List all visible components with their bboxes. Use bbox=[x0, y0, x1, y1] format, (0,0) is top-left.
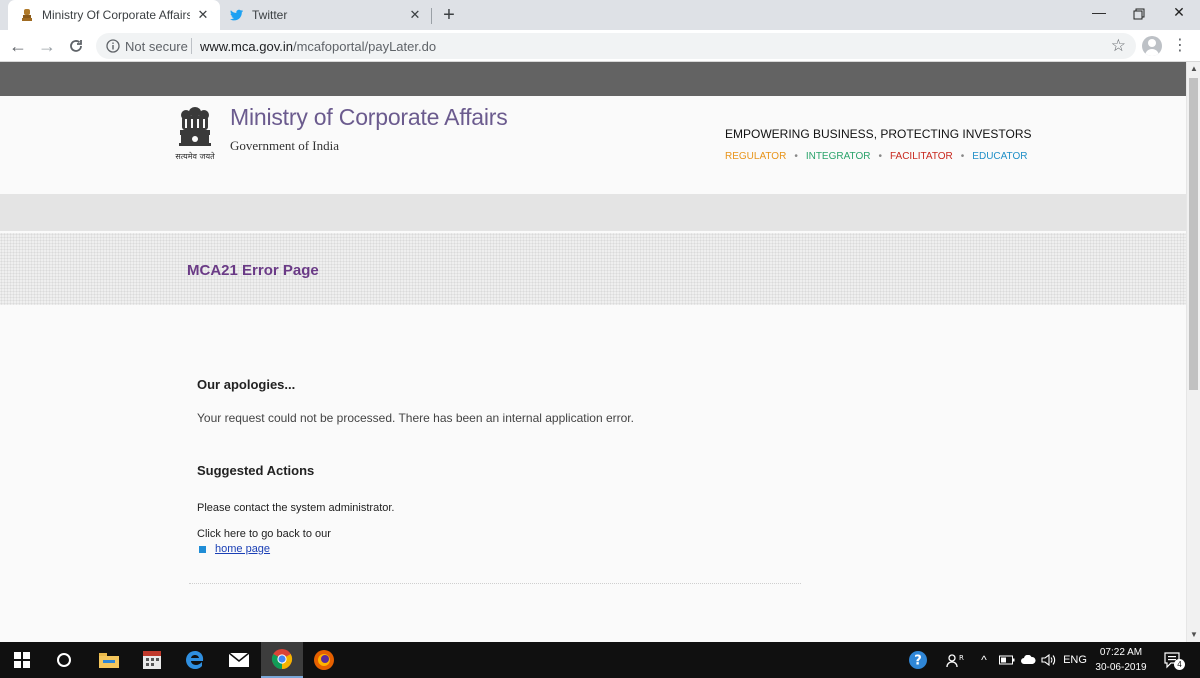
cortana-icon[interactable] bbox=[44, 642, 84, 678]
twitter-bird-icon bbox=[230, 8, 244, 22]
chevron-up-icon[interactable]: ^ bbox=[975, 642, 993, 678]
restore-icon[interactable] bbox=[1128, 4, 1150, 24]
error-message: Your request could not be processed. The… bbox=[197, 411, 634, 425]
contact-admin-text: Please contact the system administrator. bbox=[197, 502, 395, 514]
scroll-up-arrow-icon[interactable]: ▲ bbox=[1187, 62, 1200, 76]
tab-title: Twitter bbox=[252, 8, 288, 22]
people-icon[interactable]: R bbox=[942, 642, 968, 678]
firefox-icon[interactable] bbox=[303, 642, 345, 678]
reload-icon[interactable] bbox=[66, 36, 86, 56]
battery-icon[interactable] bbox=[996, 642, 1018, 678]
role-separator: • bbox=[960, 151, 965, 162]
info-icon[interactable] bbox=[106, 39, 120, 53]
notification-count: 4 bbox=[1174, 659, 1185, 670]
browser-toolbar: ← → Not secure www.mca.gov.in/mcafoporta… bbox=[0, 30, 1200, 62]
site-tagline: EMPOWERING BUSINESS, PROTECTING INVESTOR… bbox=[725, 127, 1032, 141]
site-header: सत्यमेव जयते Ministry of Corporate Affai… bbox=[0, 96, 1186, 194]
svg-text:?: ? bbox=[914, 654, 922, 669]
error-content: Our apologies... Your request could not … bbox=[0, 305, 1186, 642]
ministry-name[interactable]: Ministry of Corporate Affairs bbox=[230, 104, 508, 131]
bullet-square-icon bbox=[199, 545, 206, 553]
start-icon[interactable] bbox=[0, 642, 44, 678]
new-tab-icon[interactable]: + bbox=[440, 5, 458, 25]
role-separator: • bbox=[794, 151, 798, 162]
mail-icon[interactable] bbox=[218, 642, 260, 678]
scrollbar-thumb[interactable] bbox=[1189, 78, 1198, 390]
tab-mca[interactable]: Ministry Of Corporate Affairs - M ✕ bbox=[8, 0, 220, 30]
scroll-down-arrow-icon[interactable]: ▼ bbox=[1187, 628, 1200, 642]
profile-avatar-icon[interactable] bbox=[1142, 36, 1162, 56]
back-arrow-icon[interactable]: ← bbox=[8, 36, 28, 56]
close-tab-icon[interactable]: ✕ bbox=[196, 8, 210, 22]
role-list: REGULATOR • INTEGRATOR • FACILITATOR • EDUCATO… bbox=[725, 151, 1028, 162]
content-divider bbox=[189, 583, 801, 584]
file-explorer-icon[interactable] bbox=[88, 642, 130, 678]
close-window-icon[interactable]: ✕ bbox=[1168, 4, 1190, 24]
page-scrollbar[interactable]: ▲ ▼ bbox=[1186, 62, 1200, 642]
home-link-row: home page bbox=[199, 543, 270, 555]
tab-separator bbox=[431, 8, 432, 24]
notifications-icon[interactable]: 4 bbox=[1160, 642, 1186, 678]
role-regulator: REGULATOR bbox=[725, 151, 787, 162]
government-label: Government of India bbox=[230, 138, 340, 153]
svg-text:R: R bbox=[959, 654, 964, 662]
url-domain: www.mca.gov.in bbox=[200, 39, 293, 54]
edge-icon[interactable] bbox=[174, 642, 216, 678]
forward-arrow-icon[interactable]: → bbox=[37, 36, 57, 56]
role-educator: EDUCATOR bbox=[972, 151, 1028, 162]
calendar-icon[interactable] bbox=[132, 642, 172, 678]
omnibox-separator bbox=[191, 38, 192, 54]
navigation-band bbox=[0, 194, 1186, 231]
volume-icon[interactable] bbox=[1038, 642, 1060, 678]
url-path: /mcafoportal/payLater.do bbox=[292, 39, 437, 54]
tab-title: Ministry Of Corporate Affairs - M bbox=[42, 8, 190, 22]
system-clock[interactable]: 07:22 AM 30-06-2019 bbox=[1090, 645, 1152, 675]
help-icon[interactable]: ? bbox=[905, 642, 931, 678]
emblem-favicon-icon bbox=[20, 8, 34, 22]
go-back-text: Click here to go back to our bbox=[197, 528, 331, 540]
address-bar[interactable]: Not secure www.mca.gov.in/mcafoportal/pa… bbox=[96, 33, 1136, 59]
security-label[interactable]: Not secure bbox=[125, 39, 188, 54]
tab-twitter[interactable]: Twitter ✕ bbox=[220, 0, 432, 30]
apologies-heading: Our apologies... bbox=[197, 377, 296, 392]
minimize-icon[interactable]: — bbox=[1088, 4, 1110, 24]
windows-taskbar: ? R ^ ENG 07:22 AM 30-06-2019 4 bbox=[0, 642, 1200, 678]
role-facilitator: FACILITATOR bbox=[889, 151, 953, 162]
language-indicator[interactable]: ENG bbox=[1062, 642, 1088, 678]
page-title-band: MCA21 Error Page bbox=[0, 233, 1186, 305]
emblem-motto: सत्यमेव जयते bbox=[175, 152, 215, 161]
suggested-actions-heading: Suggested Actions bbox=[197, 463, 315, 478]
chrome-icon[interactable] bbox=[261, 642, 303, 678]
close-tab-icon[interactable]: ✕ bbox=[408, 8, 422, 22]
home-page-link[interactable]: home page bbox=[215, 543, 270, 555]
clock-date: 30-06-2019 bbox=[1095, 662, 1147, 673]
cloud-icon[interactable] bbox=[1018, 642, 1038, 678]
clock-time: 07:22 AM bbox=[1099, 647, 1143, 658]
bookmark-star-icon[interactable]: ☆ bbox=[1111, 36, 1126, 56]
role-integrator: INTEGRATOR bbox=[805, 151, 871, 162]
browser-tabstrip: Ministry Of Corporate Affairs - M ✕ Twit… bbox=[0, 0, 1200, 30]
url-text[interactable]: www.mca.gov.in/mcafoportal/payLater.do bbox=[200, 39, 436, 54]
top-dark-bar bbox=[0, 62, 1186, 96]
role-separator: • bbox=[878, 151, 882, 162]
page-title: MCA21 Error Page bbox=[187, 262, 319, 279]
page-viewport: सत्यमेव जयते Ministry of Corporate Affai… bbox=[0, 62, 1186, 642]
menu-kebab-icon[interactable]: ⋮ bbox=[1172, 36, 1188, 56]
